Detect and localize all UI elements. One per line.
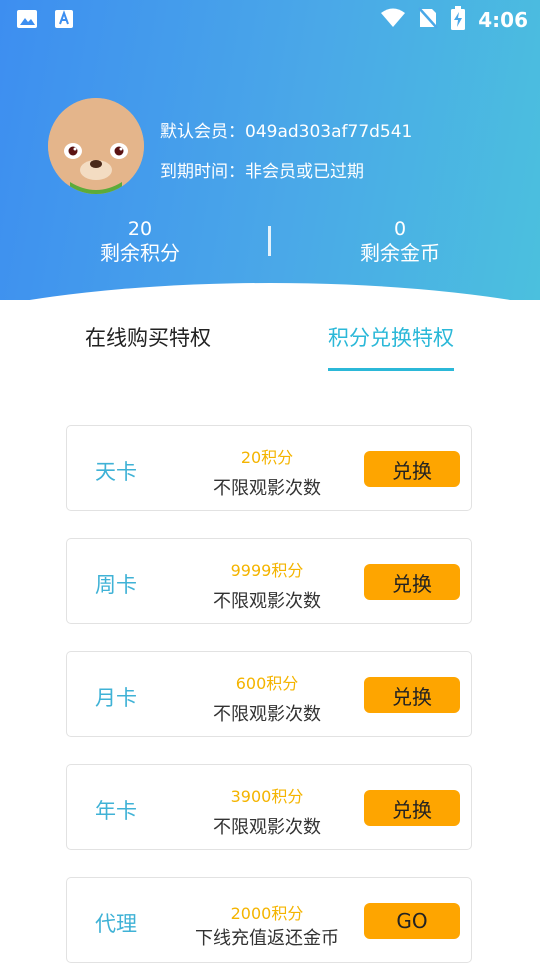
card-points: 20积分 <box>240 448 294 467</box>
remaining-coins-value: 0 <box>393 218 407 240</box>
card-year: 年卡 3900积分 不限观影次数 兑换 <box>66 764 472 850</box>
card-points: 2000积分 <box>230 904 304 923</box>
remaining-points-label: 剩余积分 <box>100 241 180 265</box>
expire-label: 到期时间： <box>160 162 245 182</box>
app-notification-icon <box>54 9 74 33</box>
member-id-row: 默认会员：049ad303af77d541 <box>160 117 412 142</box>
image-notification-icon <box>16 9 38 33</box>
card-name: 周卡 <box>95 573 137 597</box>
stats-divider <box>268 226 271 256</box>
card-desc: 下线充值返还金币 <box>195 928 339 949</box>
card-name: 月卡 <box>95 686 137 710</box>
remaining-coins-stat: 0 剩余金币 <box>300 218 500 266</box>
card-desc: 不限观影次数 <box>213 478 321 499</box>
card-month: 月卡 600积分 不限观影次数 兑换 <box>66 651 472 737</box>
card-agent: 代理 2000积分 下线充值返还金币 GO <box>66 877 472 963</box>
card-points: 600积分 <box>235 674 299 693</box>
card-name: 代理 <box>95 912 137 936</box>
status-bar: 4:06 <box>0 0 540 36</box>
avatar[interactable] <box>48 98 144 194</box>
card-desc: 不限观影次数 <box>213 704 321 725</box>
card-week: 周卡 9999积分 不限观影次数 兑换 <box>66 538 472 624</box>
card-name: 年卡 <box>95 799 137 823</box>
member-id-value: 049ad303af77d541 <box>245 122 413 142</box>
card-points: 3900积分 <box>230 787 304 806</box>
clock: 4:06 <box>478 8 528 32</box>
card-desc: 不限观影次数 <box>213 591 321 612</box>
card-day: 天卡 20积分 不限观影次数 兑换 <box>66 425 472 511</box>
remaining-coins-label: 剩余金币 <box>360 241 440 265</box>
exchange-button[interactable]: 兑换 <box>364 677 460 713</box>
wifi-icon <box>380 8 406 32</box>
expire-row: 到期时间：非会员或已过期 <box>160 157 364 182</box>
remaining-points-value: 20 <box>127 218 153 240</box>
member-header: 4:06 默认会员：049ad303af77d541 到期时间：非会员或已过期 … <box>0 0 540 300</box>
header-curve <box>0 283 540 300</box>
exchange-button[interactable]: 兑换 <box>364 451 460 487</box>
active-tab-indicator <box>328 368 454 371</box>
card-points: 9999积分 <box>230 561 304 580</box>
card-name: 天卡 <box>95 460 137 484</box>
card-desc: 不限观影次数 <box>213 817 321 838</box>
exchange-button[interactable]: 兑换 <box>364 564 460 600</box>
exchange-button[interactable]: 兑换 <box>364 790 460 826</box>
go-button[interactable]: GO <box>364 903 460 939</box>
battery-charging-icon <box>450 6 466 34</box>
no-sim-icon <box>418 7 439 33</box>
member-id-label: 默认会员： <box>160 122 245 142</box>
tab-online-purchase[interactable]: 在线购买特权 <box>85 322 211 352</box>
expire-value: 非会员或已过期 <box>245 162 364 182</box>
tab-points-exchange[interactable]: 积分兑换特权 <box>328 322 454 352</box>
remaining-points-stat: 20 剩余积分 <box>40 218 240 266</box>
